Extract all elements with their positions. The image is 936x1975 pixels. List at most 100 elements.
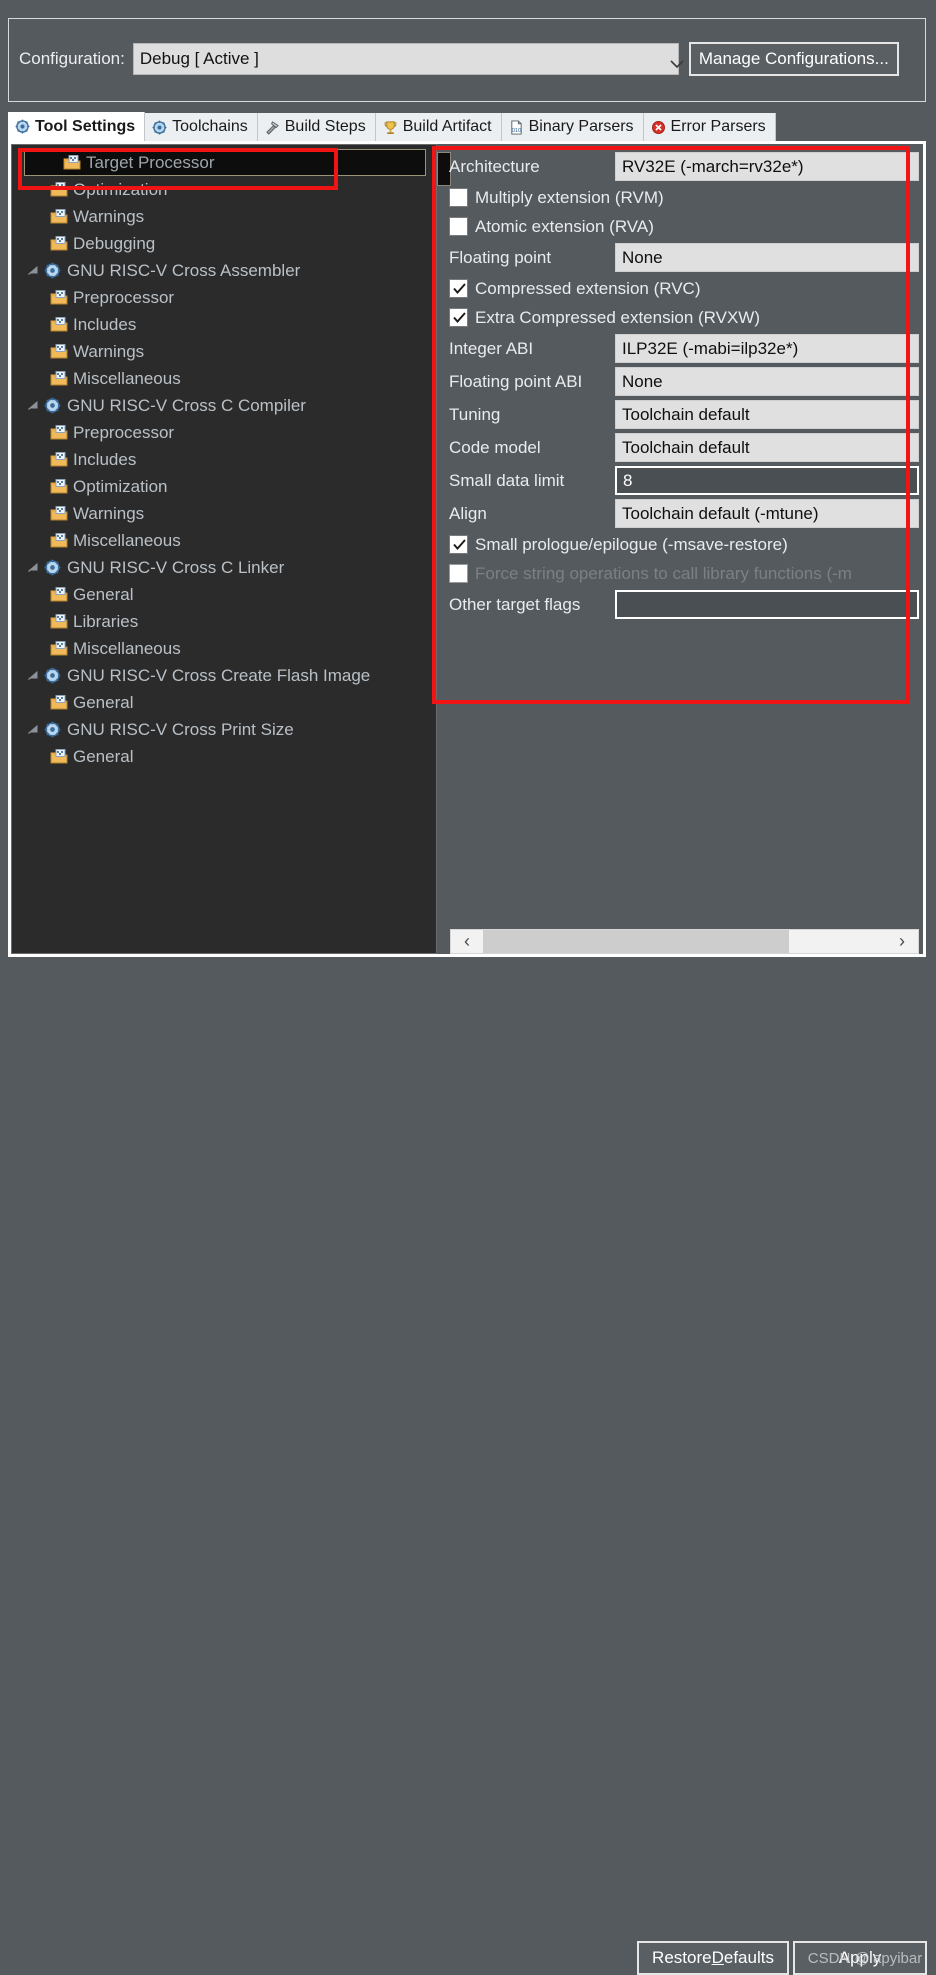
field-value-small-data-limit[interactable]: 8 [615,466,919,495]
apply-button[interactable]: Apply [793,1941,927,1975]
binary-file-icon: 010 [509,119,524,135]
field-value-architecture[interactable]: RV32E (-march=rv32e*) [615,152,919,181]
tree-item-warnings[interactable]: Warnings [12,338,436,365]
tree-item-warnings[interactable]: Warnings [12,500,436,527]
gear-blue-icon [152,120,167,135]
tree-item-gnu-risc-v-cross-c-compiler[interactable]: GNU RISC-V Cross C Compiler [12,392,436,419]
tree-item-preprocessor[interactable]: Preprocessor [12,284,436,311]
tree-item-target-processor[interactable]: Target Processor [24,149,426,176]
tab-bar: Tool Settings Toolchains Build Steps Bui… [8,112,926,141]
tab-build-steps[interactable]: Build Steps [257,113,376,141]
tab-error-parsers[interactable]: Error Parsers [643,113,776,141]
tab-build-artifact[interactable]: Build Artifact [375,113,502,141]
twisty-expanded-icon[interactable] [26,263,42,279]
hammer-icon [265,120,280,135]
checkbox-row-compressed-extension-rvc[interactable]: Compressed extension (RVC) [449,274,919,303]
checkbox-multiply-extension-rvm[interactable] [449,188,468,207]
field-value-integer-abi[interactable]: ILP32E (-mabi=ilp32e*) [615,334,919,363]
field-row-small-data-limit: Small data limit 8 [449,464,919,497]
tree-item-gnu-risc-v-cross-print-size[interactable]: GNU RISC-V Cross Print Size [12,716,436,743]
scroll-track[interactable] [483,930,886,953]
tree-item-label: Optimization [73,179,168,199]
folder-icon [50,424,68,441]
folder-icon [50,235,68,252]
tree-item-miscellaneous[interactable]: Miscellaneous [12,635,436,662]
tree-item-label: Includes [73,449,137,469]
tree-item-general[interactable]: General [12,581,436,608]
field-value-align[interactable]: Toolchain default (-mtune) [615,499,919,528]
scroll-thumb[interactable] [483,930,790,953]
field-label-floating-point: Floating point [449,247,552,267]
scroll-right-arrow-icon[interactable]: › [886,930,918,953]
tree-item-includes[interactable]: Includes [12,311,436,338]
folder-icon [50,694,68,711]
field-label-architecture: Architecture [449,156,540,176]
tab-label: Tool Settings [35,117,136,135]
horizontal-scrollbar[interactable]: ‹ › [450,929,919,954]
tab-label: Build Steps [284,118,366,135]
tree-item-general[interactable]: General [12,689,436,716]
tree-item-label: Preprocessor [73,287,175,307]
tab-binary-parsers[interactable]: 010 Binary Parsers [501,113,644,141]
field-row-integer-abi: Integer ABI ILP32E (-mabi=ilp32e*) [449,332,919,365]
checkbox-force-string-operations-to-call-library-functi [449,564,468,583]
tree-item-gnu-risc-v-cross-create-flash-image[interactable]: GNU RISC-V Cross Create Flash Image [12,662,436,689]
tab-label: Error Parsers [670,118,766,135]
field-row-align: Align Toolchain default (-mtune) [449,497,919,530]
tree-item-debugging[interactable]: Debugging [12,230,436,257]
tree-item-gnu-risc-v-cross-assembler[interactable]: GNU RISC-V Cross Assembler [12,257,436,284]
scroll-left-arrow-icon[interactable]: ‹ [451,930,483,953]
field-label-code-model: Code model [449,437,541,457]
checkbox-small-prologue-epilogue-msave-restore[interactable] [449,535,468,554]
checkbox-row-multiply-extension-rvm[interactable]: Multiply extension (RVM) [449,183,919,212]
folder-icon [50,289,68,306]
checkbox-row-atomic-extension-rva[interactable]: Atomic extension (RVA) [449,212,919,241]
field-value-other-target-flags[interactable] [615,590,919,619]
field-value-code-model[interactable]: Toolchain default [615,433,919,462]
tab-label: Build Artifact [402,118,492,135]
checkbox-label-small-prologue-epilogue-msave-restore: Small prologue/epilogue (-msave-restore) [475,534,788,554]
tree-item-label: General [73,746,134,766]
twisty-expanded-icon[interactable] [26,560,42,576]
checkbox-compressed-extension-rvc[interactable] [449,279,468,298]
tab-toolchains[interactable]: Toolchains [145,113,258,141]
checkbox-row-extra-compressed-extension-rvxw[interactable]: Extra Compressed extension (RVXW) [449,303,919,332]
settings-tree[interactable]: Target Processor Optimization Warnings Debu… [11,144,437,954]
checkbox-atomic-extension-rva[interactable] [449,217,468,236]
checkbox-label-compressed-extension-rvc: Compressed extension (RVC) [475,278,701,298]
field-value-floating-point[interactable]: None [615,243,919,272]
tree-item-label: Warnings [73,503,145,523]
tab-tool-settings[interactable]: Tool Settings [8,112,146,141]
tree-item-libraries[interactable]: Libraries [12,608,436,635]
restore-defaults-button[interactable]: Restore Defaults [637,1941,789,1975]
restore-defaults-mnemonic: D [711,1948,724,1967]
checkbox-label-force-string-operations-to-call-library-functi: Force string operations to call library … [475,563,852,583]
tree-item-label: General [73,584,134,604]
field-value-tuning[interactable]: Toolchain default [615,400,919,429]
checkbox-row-small-prologue-epilogue-msave-restore[interactable]: Small prologue/epilogue (-msave-restore) [449,530,919,559]
tree-item-label: GNU RISC-V Cross Assembler [67,260,301,280]
twisty-expanded-icon[interactable] [26,398,42,414]
tree-item-optimization[interactable]: Optimization [12,473,436,500]
configuration-combobox[interactable]: Debug [ Active ] [132,43,684,75]
twisty-expanded-icon[interactable] [26,722,42,738]
twisty-expanded-icon[interactable] [26,668,42,684]
tree-item-preprocessor[interactable]: Preprocessor [12,419,436,446]
checkbox-row-force-string-operations-to-call-library-functi: Force string operations to call library … [449,559,919,588]
tree-item-general[interactable]: General [12,743,436,770]
tree-item-optimization[interactable]: Optimization [12,176,436,203]
tree-item-label: Includes [73,314,137,334]
tree-item-includes[interactable]: Includes [12,446,436,473]
manage-configurations-button[interactable]: Manage Configurations... [688,42,899,76]
checkbox-extra-compressed-extension-rvxw[interactable] [449,308,468,327]
configuration-label: Configuration: [19,49,125,68]
tree-item-warnings[interactable]: Warnings [12,203,436,230]
dialog-button-bar: Restore Defaults Apply CSDN @lapyibar [0,966,936,1975]
folder-icon [50,748,68,765]
tree-item-miscellaneous[interactable]: Miscellaneous [12,365,436,392]
gear-blue-icon [44,667,61,684]
tree-item-label: Preprocessor [73,422,175,442]
tree-item-gnu-risc-v-cross-c-linker[interactable]: GNU RISC-V Cross C Linker [12,554,436,581]
tree-item-miscellaneous[interactable]: Miscellaneous [12,527,436,554]
field-value-floating-point-abi[interactable]: None [615,367,919,396]
